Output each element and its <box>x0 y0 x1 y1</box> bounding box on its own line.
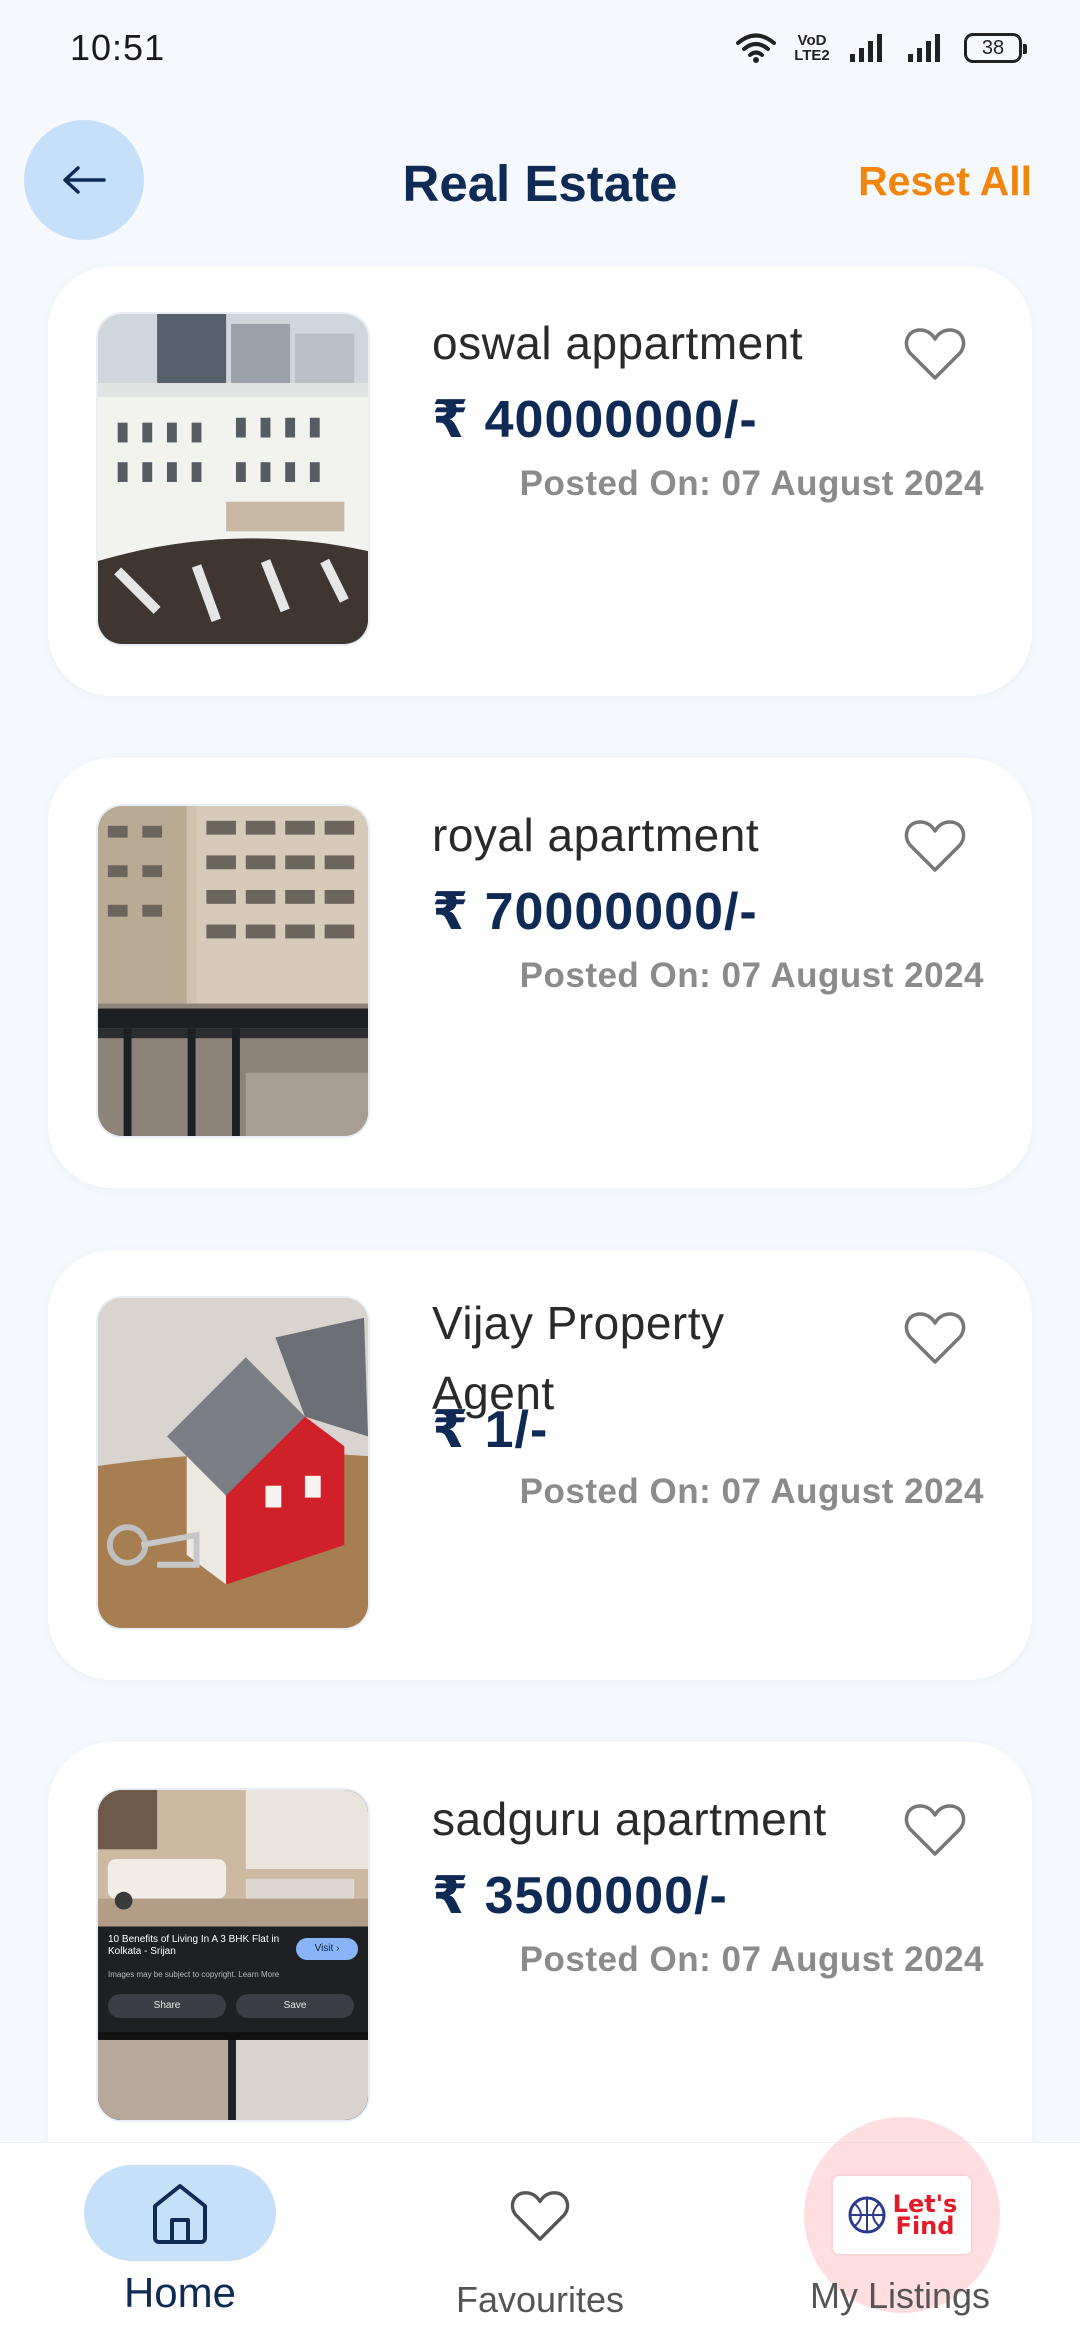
balcony-view-photo <box>98 806 368 1136</box>
heart-outline-icon[interactable] <box>904 326 966 382</box>
apartment-building-photo <box>98 314 368 644</box>
listing-card[interactable]: royal apartment ₹ 70000000/- Posted On: … <box>48 758 1032 1188</box>
thumb-share-button: Share <box>108 1994 226 2018</box>
app-header: Real Estate Reset All <box>0 118 1080 242</box>
wifi-icon <box>736 33 776 63</box>
listing-image: 10 Benefits of Living In A 3 BHK Flat in… <box>96 1788 370 2122</box>
globe-icon <box>848 2196 886 2234</box>
thumb-caption-headline: 10 Benefits of Living In A 3 BHK Flat in… <box>108 1934 280 1957</box>
listing-price: ₹ 3500000/- <box>432 1867 728 1925</box>
listing-image <box>96 804 370 1138</box>
signal-icon <box>850 34 882 62</box>
heart-outline-icon <box>510 2191 570 2241</box>
volte-indicator: VoD LTE2 <box>794 32 830 64</box>
listing-price: ₹ 1/- <box>432 1401 549 1459</box>
home-icon <box>153 2184 207 2244</box>
listing-price: ₹ 40000000/- <box>432 391 758 449</box>
listing-image <box>96 312 370 646</box>
thumb-save-button: Save <box>236 1994 354 2018</box>
listing-card[interactable]: oswal appartment ₹ 40000000/- Posted On:… <box>48 266 1032 696</box>
nav-my-listings[interactable]: Let's Find My Listings <box>750 2117 1050 2340</box>
listing-title: sadguru apartment <box>432 1793 827 1845</box>
heart-outline-icon[interactable] <box>904 1310 966 1366</box>
home-active-indicator <box>84 2165 276 2261</box>
listing-posted-date: Posted On: 07 August 2024 <box>519 1940 984 1979</box>
bottom-navigation: Home Favourites Let's Find My Listings <box>0 2117 1080 2340</box>
thumb-visit-button: Visit › <box>296 1938 358 1960</box>
battery-level: 38 <box>981 36 1005 59</box>
listing-image <box>96 1296 370 1630</box>
battery-icon: 38 <box>964 33 1027 63</box>
listing-price: ₹ 70000000/- <box>432 883 758 941</box>
thumb-caption: 10 Benefits of Living In A 3 BHK Flat in… <box>108 1934 288 1958</box>
listing-title: oswal appartment <box>432 317 804 369</box>
nav-home-label: Home <box>123 2269 237 2316</box>
logo-badge: Let's Find <box>833 2176 971 2254</box>
listing-card[interactable]: Vijay Property Agent ₹ 1/- Posted On: 07… <box>48 1250 1032 1680</box>
heart-outline-icon[interactable] <box>904 818 966 874</box>
heart-outline-icon[interactable] <box>904 1802 966 1858</box>
status-icons: VoD LTE2 38 <box>736 32 1027 64</box>
nav-favourites-label: Favourites <box>455 2279 625 2320</box>
thumb-copyright-note: Images may be subject to copyright. Lear… <box>108 1970 280 1979</box>
listing-posted-date: Posted On: 07 August 2024 <box>519 956 984 995</box>
listing-posted-date: Posted On: 07 August 2024 <box>519 1472 984 1511</box>
status-time: 10:51 <box>70 27 166 68</box>
nav-home[interactable]: Home <box>30 2143 330 2340</box>
logo-wordmark: Let's Find <box>892 2190 958 2240</box>
house-with-keys-photo <box>98 1298 368 1628</box>
nav-favourites[interactable]: Favourites <box>390 2143 690 2340</box>
status-bar: 10:51 VoD LTE2 38 <box>0 0 1080 96</box>
nav-my-listings-label: My Listings <box>809 2275 991 2316</box>
listing-title: royal apartment <box>432 809 760 861</box>
reset-all-button[interactable]: Reset All <box>858 158 1032 205</box>
listing-posted-date: Posted On: 07 August 2024 <box>519 464 984 503</box>
signal-icon-2 <box>908 34 940 62</box>
